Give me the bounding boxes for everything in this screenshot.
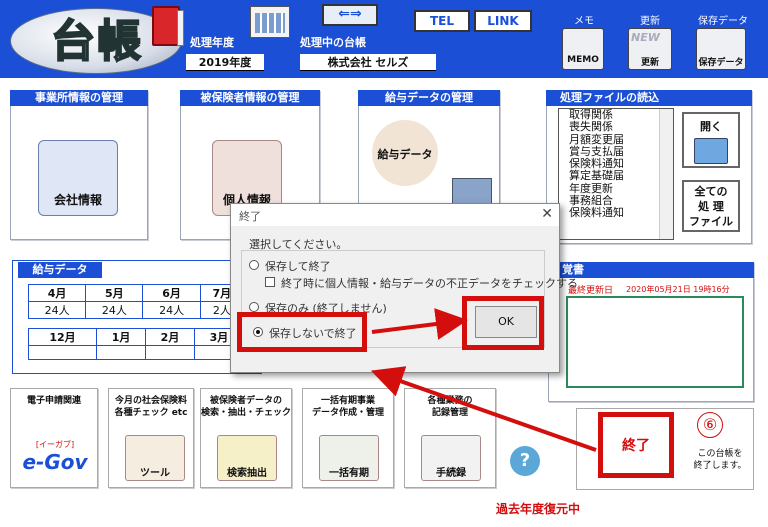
arrow-to-ok <box>371 308 468 340</box>
arrow-to-dialog <box>370 366 597 452</box>
annotation-arrows <box>370 308 597 452</box>
